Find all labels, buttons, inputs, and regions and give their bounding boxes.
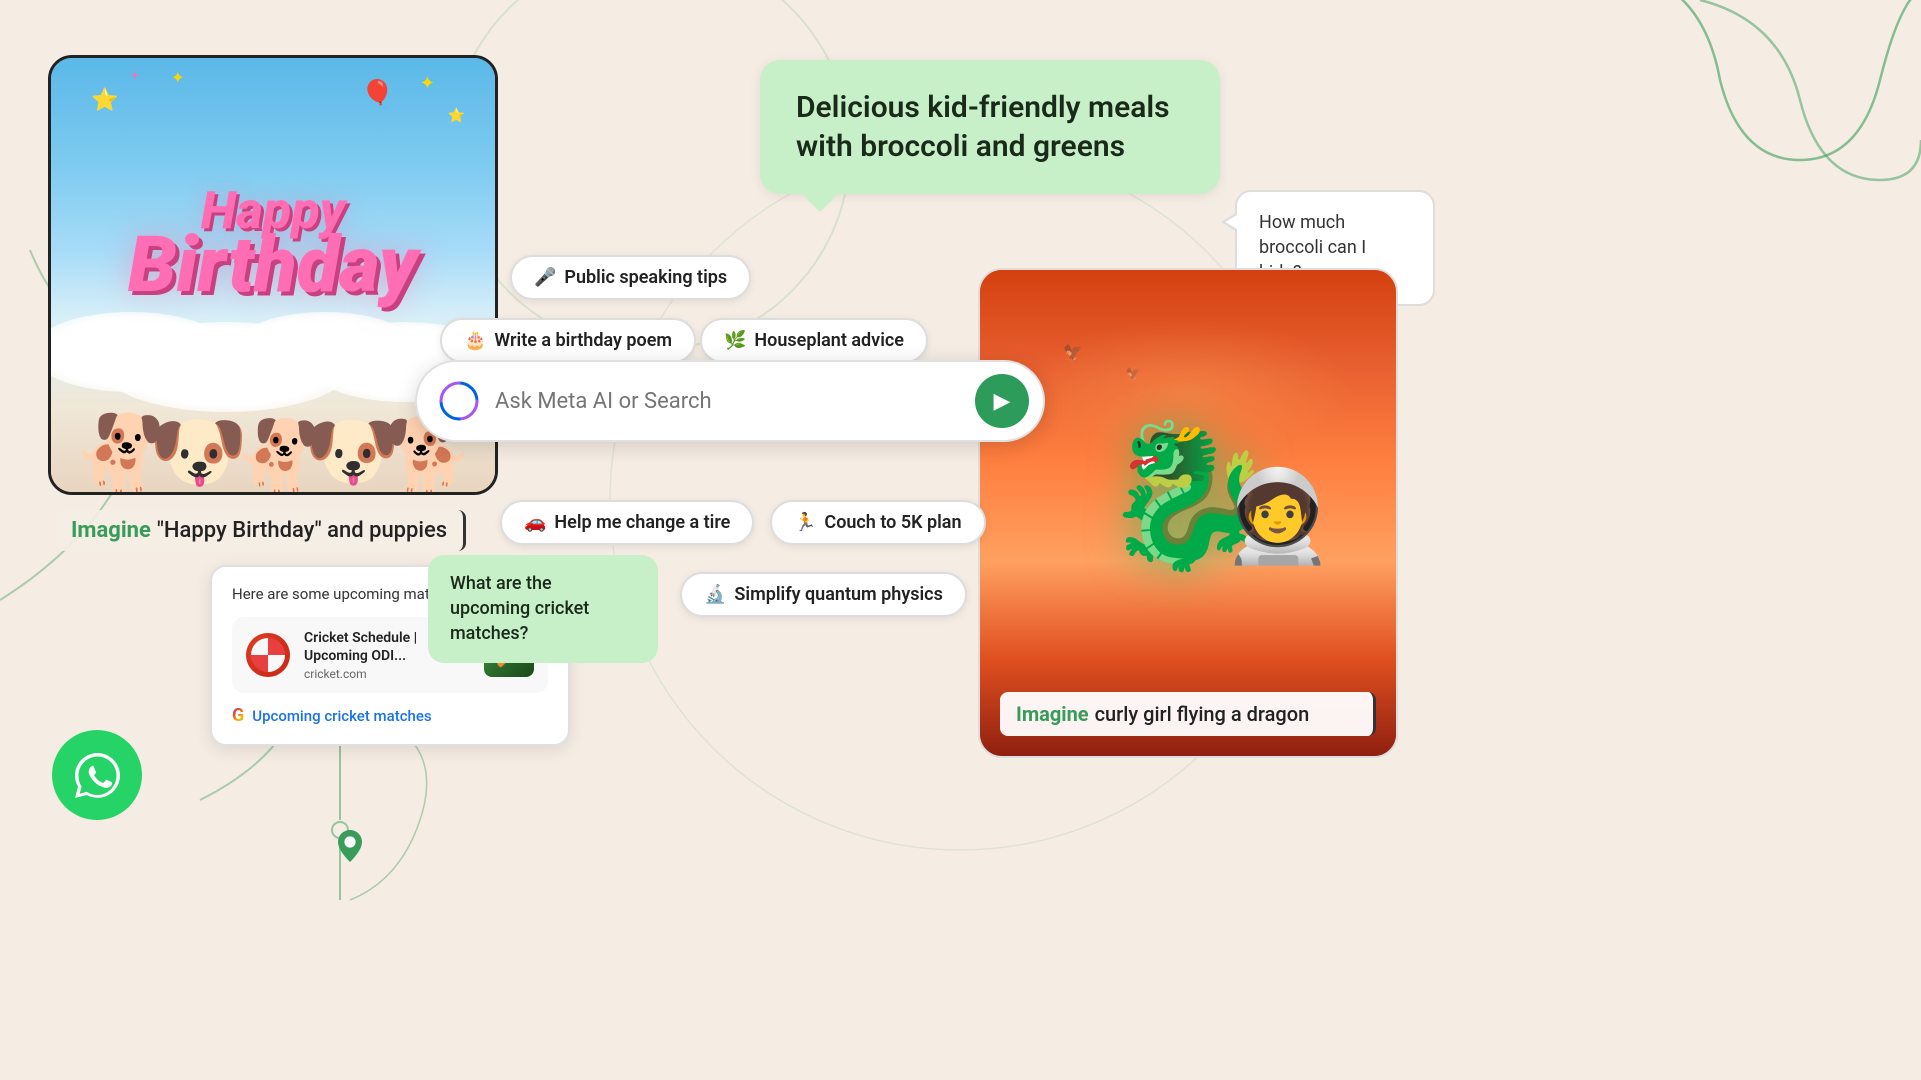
google-g-icon: G [232, 705, 244, 726]
dragon-caption: Imagine curly girl flying a dragon [1000, 692, 1376, 736]
dragon-caption-text: curly girl flying a dragon [1095, 702, 1310, 726]
tire-icon: 🚗 [524, 512, 546, 533]
cricket-url: cricket.com [304, 667, 470, 681]
running-icon: 🏃 [794, 512, 816, 533]
chip-change-tire[interactable]: 🚗 Help me change a tire [500, 500, 754, 545]
google-search-link[interactable]: G Upcoming cricket matches [232, 705, 548, 726]
location-pin-2 [338, 830, 362, 866]
chip-quantum[interactable]: 🔬 Simplify quantum physics [680, 572, 967, 617]
google-link-text: Upcoming cricket matches [252, 707, 431, 725]
meals-text: Delicious kid-friendly meals with brocco… [796, 90, 1170, 164]
chip-public-speaking-label: Public speaking tips [564, 267, 727, 288]
chip-birthday-poem-label: Write a birthday poem [494, 330, 672, 351]
birthday-text: Birthday [128, 227, 418, 305]
public-speaking-icon: 🎤 [534, 267, 556, 288]
send-icon: ▶ [994, 388, 1011, 414]
imagine-birthday-text: "Happy Birthday" and puppies [157, 518, 447, 543]
cricket-logo [246, 633, 290, 677]
search-bar: ▶ [415, 360, 1045, 442]
birthday-poem-icon: 🎂 [464, 330, 486, 351]
search-input[interactable] [495, 389, 961, 414]
quantum-icon: 🔬 [704, 584, 726, 605]
cricket-query-bubble: What are the upcoming cricket matches? [428, 555, 658, 663]
chip-houseplant[interactable]: 🌿 Houseplant advice [700, 318, 928, 363]
chip-houseplant-label: Houseplant advice [754, 330, 904, 351]
houseplant-icon: 🌿 [724, 330, 746, 351]
meta-ai-logo [437, 379, 481, 423]
imagine-label: Imagine [71, 518, 151, 543]
chip-couch-5k[interactable]: 🏃 Couch to 5K plan [770, 500, 986, 545]
cricket-query-text: What are the upcoming cricket matches? [450, 573, 589, 644]
chip-couch-5k-label: Couch to 5K plan [824, 512, 961, 533]
dragon-imagine-label: Imagine [1016, 702, 1089, 726]
chip-quantum-label: Simplify quantum physics [734, 584, 942, 605]
birthday-imagine-caption: Imagine "Happy Birthday" and puppies [55, 510, 466, 551]
search-container: ▶ [415, 360, 1045, 442]
dragon-card: 🐉 🧑‍🚀 🦅 🦅 Imagine curly girl flying a dr… [978, 268, 1398, 758]
search-send-button[interactable]: ▶ [975, 374, 1029, 428]
whatsapp-logo [52, 730, 142, 820]
chip-public-speaking[interactable]: 🎤 Public speaking tips [510, 255, 751, 300]
chip-birthday-poem[interactable]: 🎂 Write a birthday poem [440, 318, 696, 363]
chip-change-tire-label: Help me change a tire [554, 512, 730, 533]
meals-bubble: Delicious kid-friendly meals with brocco… [760, 60, 1220, 194]
